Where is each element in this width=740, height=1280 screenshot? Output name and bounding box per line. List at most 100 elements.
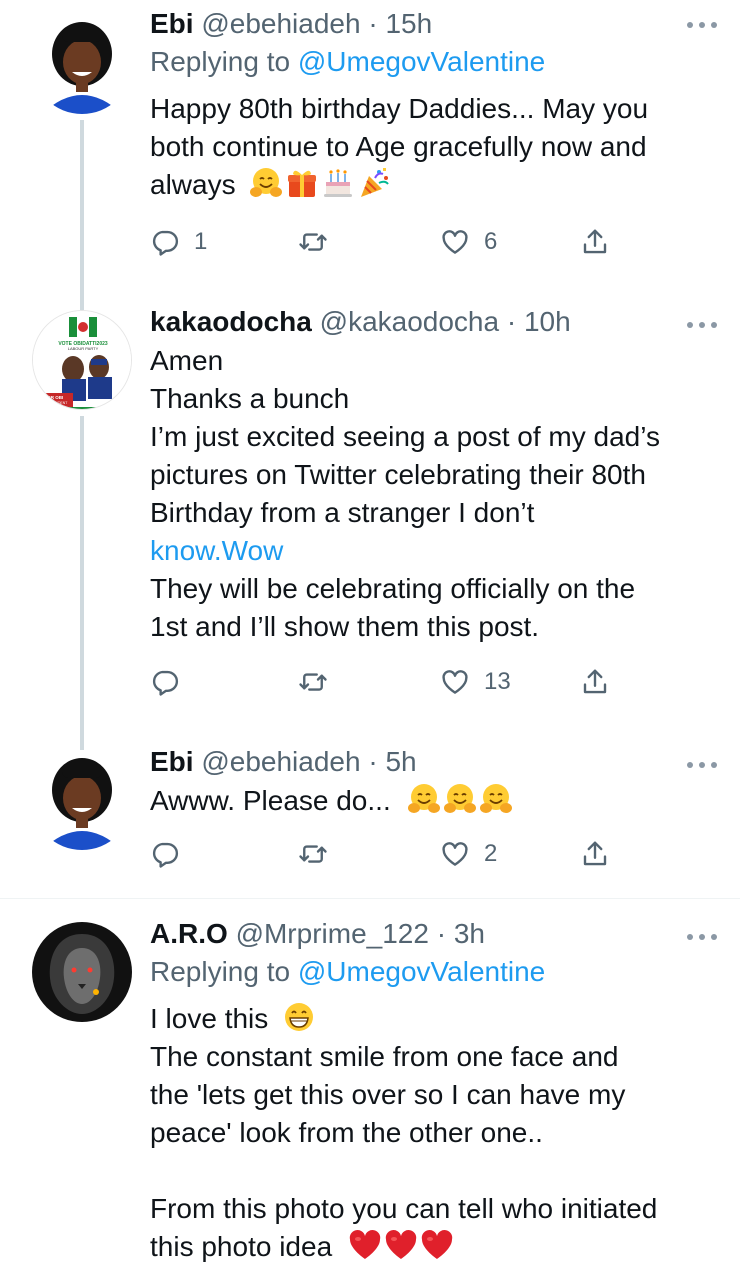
tweet-header: A.R.O @Mrprime_122 · 3h <box>150 916 720 952</box>
reply-button[interactable] <box>150 834 180 874</box>
replying-prefix: Replying to <box>150 46 298 77</box>
separator-dot: · <box>506 306 524 337</box>
avatar[interactable] <box>32 922 132 1022</box>
share-button[interactable] <box>580 222 610 262</box>
tweet-1[interactable]: Ebi @ebehiadeh · 15h Replying to @Umegov… <box>0 0 740 300</box>
separator-dot: · <box>368 8 386 39</box>
like-icon <box>440 839 470 869</box>
tweet-text-line: They will be celebrating officially on t… <box>150 573 636 604</box>
tweet-2[interactable]: VOTE OBIDATTI2023 LABOUR PARTY PETER OBI… <box>0 300 740 746</box>
like-icon <box>440 667 470 697</box>
thread-line <box>80 416 84 746</box>
tweet-actions: 1 6 <box>150 222 620 262</box>
reply-icon <box>150 227 180 257</box>
tweet-link[interactable]: know.Wow <box>150 532 720 570</box>
hugging-face-emoji-icon <box>249 166 283 200</box>
hugging-face-emoji-icon <box>479 782 513 816</box>
avatar[interactable] <box>32 750 132 850</box>
thread-line <box>80 740 84 750</box>
tweet-header: kakaodocha @kakaodocha · 10h <box>150 304 720 340</box>
tweet-divider <box>0 898 740 899</box>
replying-to: Replying to @UmegovValentine <box>150 954 720 990</box>
poster-text: LABOUR PARTY <box>68 346 99 351</box>
handle[interactable]: @ebehiadeh <box>201 746 360 777</box>
tweet-text-line: peace' look from the other one.. <box>150 1117 543 1148</box>
share-button[interactable] <box>580 662 610 702</box>
poster-text: PETER OBI <box>39 395 63 400</box>
red-heart-emoji-icon <box>420 1228 454 1262</box>
retweet-icon <box>298 667 328 697</box>
display-name[interactable]: A.R.O <box>150 918 228 949</box>
display-name[interactable]: kakaodocha <box>150 306 312 337</box>
red-heart-emoji-icon <box>384 1228 418 1262</box>
tweet-text-line: 1st and I’ll show them this post. <box>150 611 540 642</box>
timestamp[interactable]: 15h <box>385 8 432 39</box>
like-count: 13 <box>484 668 511 695</box>
mention-link[interactable]: @UmegovValentine <box>298 956 545 987</box>
replying-prefix: Replying to <box>150 956 298 987</box>
hugging-face-emoji-icon <box>407 782 441 816</box>
timestamp[interactable]: 10h <box>524 306 571 337</box>
tweet-actions: 2 <box>150 834 620 874</box>
display-name[interactable]: Ebi <box>150 746 194 777</box>
separator-dot: · <box>436 918 447 949</box>
like-count: 6 <box>484 228 498 255</box>
tweet-text: Awww. Please do... <box>150 782 720 820</box>
tweet-text-line: this photo idea <box>150 1228 720 1266</box>
tweet-text-line: Thanks a bunch <box>150 383 350 414</box>
avatar[interactable]: VOTE OBIDATTI2023 LABOUR PARTY PETER OBI… <box>32 310 132 410</box>
reply-button[interactable]: 1 <box>150 222 207 262</box>
tweet-text-line: I love this <box>150 1000 720 1038</box>
like-icon <box>440 227 470 257</box>
reply-icon <box>150 839 180 869</box>
grinning-face-emoji-icon <box>282 1000 316 1034</box>
retweet-button[interactable] <box>298 222 328 262</box>
timestamp[interactable]: 5h <box>385 746 416 777</box>
handle[interactable]: @kakaodocha <box>320 306 499 337</box>
tweet-text-line: Happy 80th birthday Daddies... May you <box>150 93 649 124</box>
tweet-text-line: always <box>150 166 720 204</box>
retweet-button[interactable] <box>298 662 328 702</box>
thread-line <box>80 300 84 310</box>
tweet-text: I love this The constant smile from one … <box>150 1000 720 1266</box>
share-icon <box>580 227 610 257</box>
tweet-3[interactable]: Ebi @ebehiadeh · 5h Awww. Please do... 2 <box>0 740 740 890</box>
tweet-text-line: Birthday from a stranger I don’t <box>150 497 535 528</box>
avatar[interactable] <box>32 14 132 114</box>
tweet-actions: 13 <box>150 662 620 702</box>
handle[interactable]: @Mrprime_122 <box>236 918 429 949</box>
tweet-4[interactable]: A.R.O @Mrprime_122 · 3h Replying to @Ume… <box>0 912 740 1280</box>
like-button[interactable]: 6 <box>440 222 497 262</box>
tweet-text: Amen Thanks a bunch I’m just excited see… <box>150 342 720 646</box>
like-button[interactable]: 2 <box>440 834 497 874</box>
timestamp[interactable]: 3h <box>454 918 485 949</box>
tweet-text-line <box>150 1152 720 1190</box>
tweet-text-line: the 'lets get this over so I can have my <box>150 1079 626 1110</box>
tweet-text-line: From this photo you can tell who initiat… <box>150 1193 658 1224</box>
tweet-header: Ebi @ebehiadeh · 15h <box>150 6 720 42</box>
mention-link[interactable]: @UmegovValentine <box>298 46 545 77</box>
display-name[interactable]: Ebi <box>150 8 194 39</box>
handle[interactable]: @ebehiadeh <box>201 8 360 39</box>
tweet-text-segment: I love this <box>150 1003 269 1034</box>
lion-avatar-image <box>32 922 132 1022</box>
tweet-text: Happy 80th birthday Daddies... May you b… <box>150 90 720 204</box>
share-icon <box>580 839 610 869</box>
tweet-header: Ebi @ebehiadeh · 5h <box>150 744 720 780</box>
tweet-text-segment: this photo idea <box>150 1231 333 1262</box>
reply-button[interactable] <box>150 662 180 702</box>
tweet-text-segment: Awww. Please do... <box>150 785 391 816</box>
campaign-poster-image: VOTE OBIDATTI2023 LABOUR PARTY PETER OBI… <box>33 311 131 409</box>
avatar-image <box>32 750 132 850</box>
like-count: 2 <box>484 840 498 867</box>
wrapped-gift-emoji-icon <box>285 166 319 200</box>
tweet-text-line: The constant smile from one face and <box>150 1041 619 1072</box>
share-button[interactable] <box>580 834 610 874</box>
separator-dot: · <box>368 746 386 777</box>
birthday-cake-emoji-icon <box>321 166 355 200</box>
like-button[interactable]: 13 <box>440 662 511 702</box>
reply-icon <box>150 667 180 697</box>
retweet-button[interactable] <box>298 834 328 874</box>
retweet-icon <box>298 839 328 869</box>
red-heart-emoji-icon <box>348 1228 382 1262</box>
